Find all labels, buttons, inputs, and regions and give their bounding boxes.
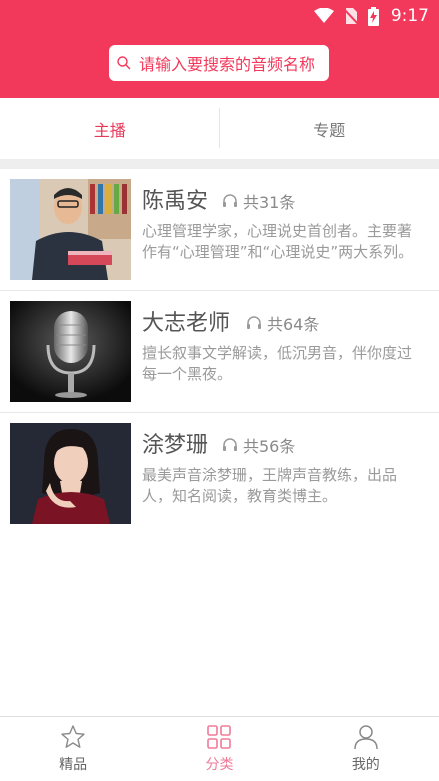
nav-mine-label: 我的 — [352, 754, 380, 774]
anchor-description: 擅长叙事文学解读，低沉男音，伴你度过每一个黑夜。 — [142, 343, 424, 385]
anchor-description: 最美声音涂梦珊，王牌声音教练，出品人，知名阅读，教育类博主。 — [142, 465, 424, 507]
episode-count: 共64条 — [246, 311, 319, 335]
nav-category[interactable]: 分类 — [146, 717, 292, 781]
star-icon — [60, 724, 86, 750]
anchor-name: 涂梦珊 — [142, 427, 208, 459]
headphones-icon — [222, 438, 238, 452]
photo-microphone — [10, 301, 131, 402]
section-divider — [0, 159, 439, 169]
search-input[interactable]: 请输入要搜索的音频名称 — [109, 45, 329, 81]
person-icon — [353, 724, 379, 750]
no-sim-icon — [344, 7, 358, 25]
anchor-description: 心理管理学家，心理说史首创者。主要著作有“心理管理”和“心理说史”两大系列。 — [142, 221, 424, 263]
status-time: 9:17 — [391, 6, 429, 26]
status-bar: 9:17 — [314, 4, 429, 28]
wifi-icon — [314, 8, 334, 24]
list-item[interactable]: 大志老师 共64条 擅长叙事文学解读，低沉男音，伴你度过每一个黑夜。 — [0, 291, 439, 413]
avatar — [10, 423, 131, 524]
headphones-icon — [222, 194, 238, 208]
episode-count: 共56条 — [222, 433, 295, 457]
battery-charging-icon — [368, 7, 379, 26]
anchor-name: 陈禹安 — [142, 183, 208, 215]
episode-count-text: 共31条 — [243, 189, 295, 213]
anchor-list: 陈禹安 共31条 心理管理学家，心理说史首创者。主要著作有“心理管理”和“心理说… — [0, 169, 439, 534]
episode-count-text: 共64条 — [267, 311, 319, 335]
avatar — [10, 179, 131, 280]
category-tabs: 主播 专题 — [0, 98, 439, 159]
grid-icon — [206, 724, 232, 750]
photo-man-holding-book — [10, 179, 131, 280]
tab-topics[interactable]: 专题 — [220, 98, 439, 159]
list-item[interactable]: 涂梦珊 共56条 最美声音涂梦珊，王牌声音教练，出品人，知名阅读，教育类博主。 — [0, 413, 439, 534]
nav-featured-label: 精品 — [59, 754, 87, 774]
search-icon — [117, 56, 131, 70]
photo-woman-portrait — [10, 423, 131, 524]
nav-featured[interactable]: 精品 — [0, 717, 146, 781]
headphones-icon — [246, 316, 262, 330]
avatar — [10, 301, 131, 402]
list-item[interactable]: 陈禹安 共31条 心理管理学家，心理说史首创者。主要著作有“心理管理”和“心理说… — [0, 169, 439, 291]
anchor-name: 大志老师 — [142, 305, 230, 337]
bottom-nav: 精品 分类 我的 — [0, 716, 439, 781]
nav-category-label: 分类 — [205, 754, 233, 774]
episode-count: 共31条 — [222, 189, 295, 213]
search-placeholder: 请输入要搜索的音频名称 — [139, 51, 315, 75]
episode-count-text: 共56条 — [243, 433, 295, 457]
nav-mine[interactable]: 我的 — [293, 717, 439, 781]
tab-divider — [219, 108, 220, 148]
tab-anchors[interactable]: 主播 — [0, 98, 220, 159]
app-header: 9:17 请输入要搜索的音频名称 — [0, 0, 439, 98]
